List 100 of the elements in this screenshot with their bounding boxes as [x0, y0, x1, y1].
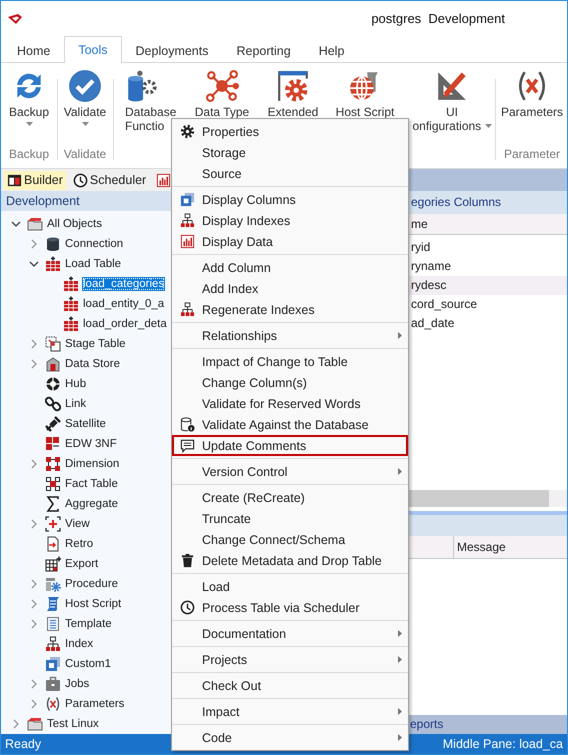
menu-item[interactable]: Code — [172, 727, 408, 748]
chevron-right-icon[interactable] — [29, 339, 39, 349]
gear-icon — [45, 576, 61, 592]
tree-item[interactable]: Retro — [64, 537, 94, 551]
chevron-right-icon[interactable] — [29, 579, 39, 589]
grid-icon — [45, 456, 61, 472]
menu-item[interactable]: Check Out — [172, 675, 408, 696]
menu-item[interactable]: Add Column — [172, 257, 408, 278]
ribbon-tab[interactable]: Reporting — [222, 37, 305, 63]
tree-item[interactable]: Parameters — [64, 697, 126, 711]
tree-item[interactable]: Connection — [64, 237, 124, 251]
window-icon — [7, 172, 22, 188]
chevron-right-icon[interactable] — [29, 239, 39, 249]
menu-item[interactable]: Storage — [172, 142, 408, 163]
menu-item[interactable]: Validate for Reserved Words — [172, 393, 408, 414]
menu-item[interactable]: Impact — [172, 701, 408, 722]
ribbon-button[interactable]: Backup — [1, 69, 57, 129]
menu-item[interactable]: Relationships — [172, 325, 408, 346]
menu-item[interactable]: Delete Metadata and Drop Table — [172, 550, 408, 571]
squares-icon — [45, 656, 61, 672]
tree-item[interactable]: Stage Table — [64, 337, 127, 351]
tree-item[interactable]: Fact Table — [64, 477, 119, 491]
table-cell-text: ryid — [410, 239, 432, 256]
table-icon — [63, 316, 79, 332]
menu-item[interactable]: Truncate — [172, 508, 408, 529]
status-text: Middle Pane: load_ca — [442, 736, 564, 753]
menu-item[interactable]: Load — [172, 576, 408, 597]
table-cell-text: ryname — [410, 258, 452, 275]
tree-item[interactable]: Template — [64, 617, 113, 631]
tree-item[interactable]: View — [64, 517, 91, 531]
ribbon-tab[interactable]: Help — [304, 37, 358, 63]
ribbon-tab[interactable]: Home — [3, 37, 64, 63]
chevron-down-icon[interactable] — [29, 259, 39, 269]
tree-item[interactable]: Export — [64, 557, 100, 571]
pane-tab[interactable]: Builder — [4, 170, 66, 190]
stage-table-icon — [45, 336, 61, 352]
briefcase-icon — [45, 676, 61, 692]
tree-item[interactable]: load_entity_0_a — [82, 297, 166, 311]
pane-tab[interactable]: eports — [409, 715, 567, 734]
tree-item[interactable]: Test Linux — [46, 717, 100, 731]
chevron-right-icon[interactable] — [29, 359, 39, 369]
chevron-down-icon[interactable] — [11, 219, 21, 229]
menu-item[interactable]: Display Data — [172, 231, 408, 252]
chevron-right-icon[interactable] — [29, 459, 39, 469]
menu-item[interactable]: Validate Against the Database — [172, 414, 408, 435]
ribbon-button[interactable]: Data Type — [187, 69, 257, 119]
chevron-right-icon[interactable] — [29, 619, 39, 629]
tree-item[interactable]: Host Script — [64, 597, 122, 611]
table-icon — [63, 296, 79, 312]
tree-item[interactable]: All Objects — [46, 217, 103, 231]
tree-item[interactable]: Aggregate — [64, 497, 120, 511]
clock-icon — [180, 600, 194, 615]
table-cell-text: cord_source — [410, 296, 478, 313]
tree-item[interactable]: Dimension — [64, 457, 120, 471]
menu-item[interactable]: Add Index — [172, 278, 408, 299]
chevron-right-icon[interactable] — [29, 519, 39, 529]
menu-item[interactable]: Display Columns — [172, 189, 408, 210]
menu-item[interactable]: Change Column(s) — [172, 372, 408, 393]
tree-item[interactable]: Hub — [64, 377, 88, 391]
chevron-right-icon[interactable] — [11, 719, 21, 729]
hierarchy-icon — [180, 213, 194, 228]
menu-item[interactable]: Update Comments — [172, 435, 408, 456]
document-icon — [45, 536, 61, 552]
pane-tab[interactable]: Scheduler — [70, 170, 150, 190]
tree-item[interactable]: Load Table — [64, 257, 122, 271]
menu-item[interactable]: Process Table via Scheduler — [172, 597, 408, 618]
ribbon-tab[interactable]: Tools — [64, 36, 122, 63]
tree-item[interactable]: Data Store — [64, 357, 121, 371]
menu-item[interactable]: Properties — [172, 121, 408, 142]
chevron-right-icon[interactable] — [29, 679, 39, 689]
ribbon-tab[interactable]: Deployments — [122, 37, 222, 63]
menu-item[interactable]: Documentation — [172, 623, 408, 644]
table-icon — [45, 256, 61, 272]
tree-item[interactable]: EDW 3NF — [64, 437, 118, 451]
menu-item[interactable]: Display Indexes — [172, 210, 408, 231]
ribbon-button[interactable]: Parameters — [495, 69, 568, 119]
tree-item[interactable]: Procedure — [64, 577, 120, 591]
tree-item[interactable]: Index — [64, 637, 94, 651]
grid-icon — [45, 556, 61, 572]
ribbon-button[interactable]: Validate — [57, 69, 113, 129]
clock-icon — [72, 172, 88, 188]
folder-icon — [27, 216, 43, 232]
menu-item[interactable]: Regenerate Indexes — [172, 299, 408, 320]
tree-item[interactable]: load_order_deta — [82, 317, 168, 331]
tree-item[interactable]: Jobs — [64, 677, 90, 691]
column-header[interactable]: me — [409, 214, 567, 235]
tree-item[interactable]: Custom1 — [64, 657, 112, 671]
tree-item[interactable]: Satellite — [64, 417, 107, 431]
tree-item[interactable]: Link — [64, 397, 88, 411]
chevron-right-icon[interactable] — [29, 599, 39, 609]
tree-item[interactable]: load_categories — [82, 277, 166, 291]
squares-icon — [180, 192, 194, 207]
chevron-right-icon[interactable] — [29, 699, 39, 709]
menu-item[interactable]: Impact of Change to Table — [172, 351, 408, 372]
menu-item[interactable]: Projects — [172, 649, 408, 670]
menu-item[interactable]: Version Control — [172, 461, 408, 482]
menu-item[interactable]: Create (ReCreate) — [172, 487, 408, 508]
scrollbar-thumb[interactable] — [409, 490, 549, 506]
menu-item[interactable]: Change Connect/Schema — [172, 529, 408, 550]
menu-item[interactable]: Source — [172, 163, 408, 184]
